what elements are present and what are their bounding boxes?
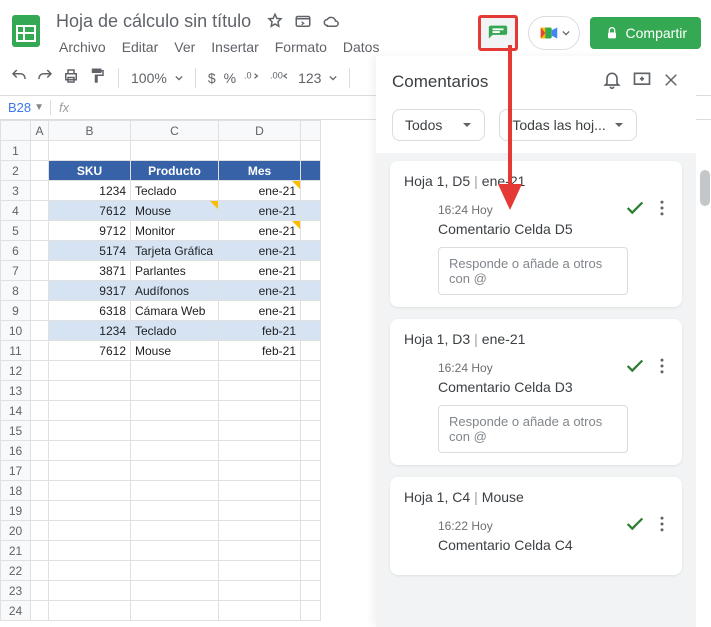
comment-card[interactable]: Hoja 1, D5|ene-21 16:24 Hoy Comentario Cel… — [390, 161, 682, 307]
comment-time: 16:22 Hoy — [438, 519, 634, 533]
print-icon[interactable] — [62, 67, 80, 88]
cell[interactable]: 1234 — [49, 181, 131, 201]
comment-text: Comentario Celda D3 — [438, 379, 634, 395]
chevron-down-icon: ▼ — [34, 102, 44, 113]
cell[interactable]: feb-21 — [219, 321, 301, 341]
new-comment-icon[interactable] — [632, 70, 652, 93]
star-icon[interactable] — [263, 12, 287, 27]
sheets-logo-icon[interactable] — [8, 13, 44, 49]
menu-datos[interactable]: Datos — [336, 36, 387, 58]
comment-text: Comentario Celda C4 — [438, 537, 634, 553]
name-box[interactable]: B28 ▼ — [0, 100, 50, 115]
filter-all-chip[interactable]: Todos — [392, 109, 485, 141]
cell[interactable]: Cámara Web — [131, 301, 219, 321]
doc-title[interactable]: Hoja de cálculo sin título — [52, 9, 255, 34]
chevron-down-icon — [329, 74, 337, 82]
cell[interactable]: Audífonos — [131, 281, 219, 301]
reply-input[interactable]: Responde o añade a otros con @ — [438, 405, 628, 453]
menubar: Archivo Editar Ver Insertar Formato Dato… — [52, 36, 478, 58]
filter-sheets-chip[interactable]: Todas las hoj... — [499, 109, 636, 141]
menu-insertar[interactable]: Insertar — [204, 36, 265, 58]
more-icon[interactable] — [654, 198, 670, 221]
zoom-select[interactable]: 100% — [131, 70, 167, 86]
menu-ver[interactable]: Ver — [167, 36, 202, 58]
cell[interactable]: 9712 — [49, 221, 131, 241]
cell[interactable]: Teclado — [131, 181, 219, 201]
cell[interactable]: Monitor — [131, 221, 219, 241]
cell[interactable]: Tarjeta Gráfica — [131, 241, 219, 261]
cell[interactable]: Teclado — [131, 321, 219, 341]
comment-location: Hoja 1, D3|ene-21 — [404, 331, 678, 347]
chevron-down-icon — [614, 120, 624, 130]
cell[interactable]: 9317 — [49, 281, 131, 301]
cell[interactable]: 6318 — [49, 301, 131, 321]
cloud-status-icon[interactable] — [318, 12, 344, 27]
cell[interactable]: Parlantes — [131, 261, 219, 281]
cell[interactable]: ene-21 — [219, 241, 301, 261]
comment-location: Hoja 1, C4|Mouse — [404, 489, 678, 505]
chevron-down-icon — [462, 120, 472, 130]
comments-panel: Comentarios Todos Todas las hoj... Hoja … — [376, 56, 696, 627]
comment-card[interactable]: Hoja 1, D3|ene-21 16:24 Hoy Comentario Cel… — [390, 319, 682, 465]
filter-all-label: Todos — [405, 117, 442, 133]
meet-button[interactable] — [528, 16, 580, 50]
share-label: Compartir — [626, 25, 687, 41]
lock-icon — [604, 25, 620, 41]
comment-time: 16:24 Hoy — [438, 203, 634, 217]
comments-panel-title: Comentarios — [392, 72, 592, 92]
scrollbar-thumb[interactable] — [700, 170, 710, 206]
title-area: Hoja de cálculo sin título Archivo Edita… — [52, 9, 478, 58]
move-icon[interactable] — [291, 12, 315, 27]
cell[interactable]: ene-21 — [219, 181, 301, 201]
app-header: Hoja de cálculo sin título Archivo Edita… — [0, 0, 711, 60]
cell[interactable]: ene-21 — [219, 261, 301, 281]
cell[interactable]: 7612 — [49, 201, 131, 221]
filter-sheets-label: Todas las hoj... — [512, 117, 605, 133]
cell[interactable]: ene-21 — [219, 201, 301, 221]
number-format-select[interactable]: 123 — [298, 70, 321, 86]
decrease-decimal-icon[interactable]: .0 — [244, 69, 262, 86]
comment-location: Hoja 1, D5|ene-21 — [404, 173, 678, 189]
comment-card[interactable]: Hoja 1, C4|Mouse 16:22 Hoy Comentario Celd… — [390, 477, 682, 575]
cell[interactable]: ene-21 — [219, 281, 301, 301]
paint-format-icon[interactable] — [88, 67, 106, 88]
more-icon[interactable] — [654, 356, 670, 379]
cell[interactable]: 7612 — [49, 341, 131, 361]
share-button[interactable]: Compartir — [590, 17, 701, 49]
cell[interactable]: 3871 — [49, 261, 131, 281]
cell[interactable]: 5174 — [49, 241, 131, 261]
chevron-down-icon — [562, 29, 570, 37]
cell[interactable]: 1234 — [49, 321, 131, 341]
chevron-down-icon — [175, 74, 183, 82]
cell[interactable]: feb-21 — [219, 341, 301, 361]
cell[interactable]: Mouse — [131, 341, 219, 361]
fx-label: fx — [50, 100, 77, 115]
cell[interactable]: ene-21 — [219, 221, 301, 241]
comment-time: 16:24 Hoy — [438, 361, 634, 375]
cell[interactable]: Mouse — [131, 201, 219, 221]
close-icon[interactable] — [662, 71, 680, 92]
svg-text:.0: .0 — [244, 70, 252, 80]
reply-input[interactable]: Responde o añade a otros con @ — [438, 247, 628, 295]
resolve-icon[interactable] — [624, 197, 646, 222]
comment-list[interactable]: Hoja 1, D5|ene-21 16:24 Hoy Comentario Cel… — [376, 153, 696, 627]
notifications-icon[interactable] — [602, 70, 622, 93]
resolve-icon[interactable] — [624, 355, 646, 380]
comment-text: Comentario Celda D5 — [438, 221, 634, 237]
svg-text:.00: .00 — [270, 70, 283, 80]
menu-formato[interactable]: Formato — [268, 36, 334, 58]
resolve-icon[interactable] — [624, 513, 646, 538]
menu-archivo[interactable]: Archivo — [52, 36, 113, 58]
name-box-value: B28 — [8, 100, 31, 115]
increase-decimal-icon[interactable]: .00 — [270, 69, 290, 86]
redo-icon[interactable] — [36, 67, 54, 88]
cell[interactable]: ene-21 — [219, 301, 301, 321]
spreadsheet-grid[interactable]: ABCD12SKUProductoMes31234Tecladoene-2147… — [0, 120, 360, 627]
menu-editar[interactable]: Editar — [115, 36, 166, 58]
undo-icon[interactable] — [10, 67, 28, 88]
open-comments-button[interactable] — [478, 15, 518, 51]
more-icon[interactable] — [654, 514, 670, 537]
percent-button[interactable]: % — [224, 70, 236, 86]
currency-button[interactable]: $ — [208, 70, 216, 86]
